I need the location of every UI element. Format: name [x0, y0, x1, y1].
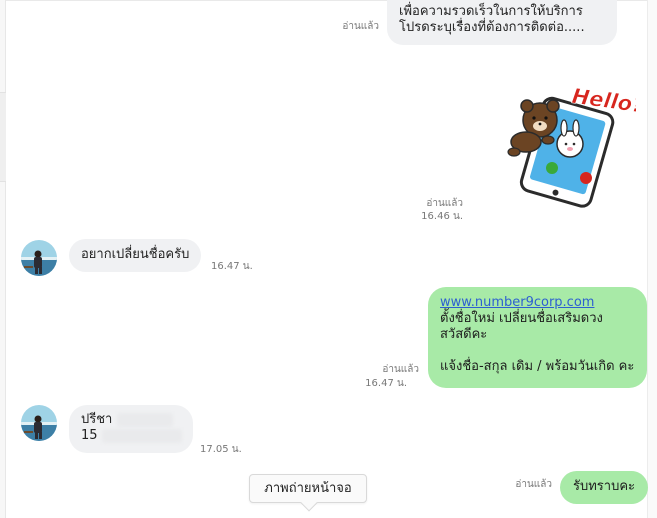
redacted-text: [101, 428, 182, 443]
message-text: อยากเปลี่ยนชื่อครับ: [81, 247, 190, 262]
read-receipt: อ่านแล้ว: [382, 364, 419, 375]
user-avatar[interactable]: [21, 240, 57, 276]
sticker-message[interactable]: Hello?: [500, 78, 646, 208]
message-text: 15: [81, 428, 98, 443]
message-text: ตั้งชื่อใหม่ เปลี่ยนชื่อเสริมดวง: [440, 311, 603, 326]
message-bubble-incoming[interactable]: ปรีชา 15: [69, 405, 193, 453]
message-bubble-outgoing[interactable]: www.number9corp.com ตั้งชื่อใหม่ เปลี่ยน…: [428, 287, 647, 388]
screenshot-button[interactable]: ภาพถ่ายหน้าจอ: [249, 474, 367, 512]
message-bubble-incoming[interactable]: อยากเปลี่ยนชื่อครับ: [69, 239, 202, 272]
message-time: 17.05 น.: [200, 444, 242, 455]
message-bubble-outgoing[interactable]: รับทราบคะ: [560, 471, 649, 504]
brown-bear-phone-sticker-icon: Hello?: [507, 84, 646, 208]
message-text: สวัสดีคะ: [440, 327, 488, 342]
website-link[interactable]: www.number9corp.com: [440, 295, 594, 310]
read-receipt: อ่านแล้ว: [426, 198, 463, 209]
message-text: แจ้งชื่อ-สกุล เดิม / พร้อมวันเกิด คะ: [440, 359, 635, 374]
user-avatar[interactable]: [21, 405, 57, 441]
left-sidebar-edge: [0, 0, 6, 518]
user-avatar-photo-icon: [21, 240, 57, 276]
scrollbar-track[interactable]: [647, 0, 657, 518]
user-avatar-photo-icon: [21, 405, 57, 441]
read-receipt: อ่านแล้ว: [342, 21, 379, 32]
message-time: 16.47 น.: [211, 261, 253, 272]
redacted-text: [116, 412, 173, 427]
tooltip-caret: [300, 494, 318, 512]
message-bubble-outgoing[interactable]: เพื่อความรวดเร็วในการให้บริการ โปรดระบุเ…: [387, 0, 617, 45]
read-receipt: อ่านแล้ว: [515, 479, 552, 490]
message-text: โปรดระบุเรื่องที่ต้องการติดต่อ.....: [399, 20, 585, 35]
message-time: 16.47 น.: [365, 378, 407, 389]
message-time: 16.46 น.: [421, 211, 463, 222]
message-text: ปรีชา: [81, 412, 113, 427]
sidebar-tab: [0, 92, 6, 182]
message-text: เพื่อความรวดเร็วในการให้บริการ: [399, 4, 583, 19]
message-text: รับทราบคะ: [573, 479, 636, 494]
